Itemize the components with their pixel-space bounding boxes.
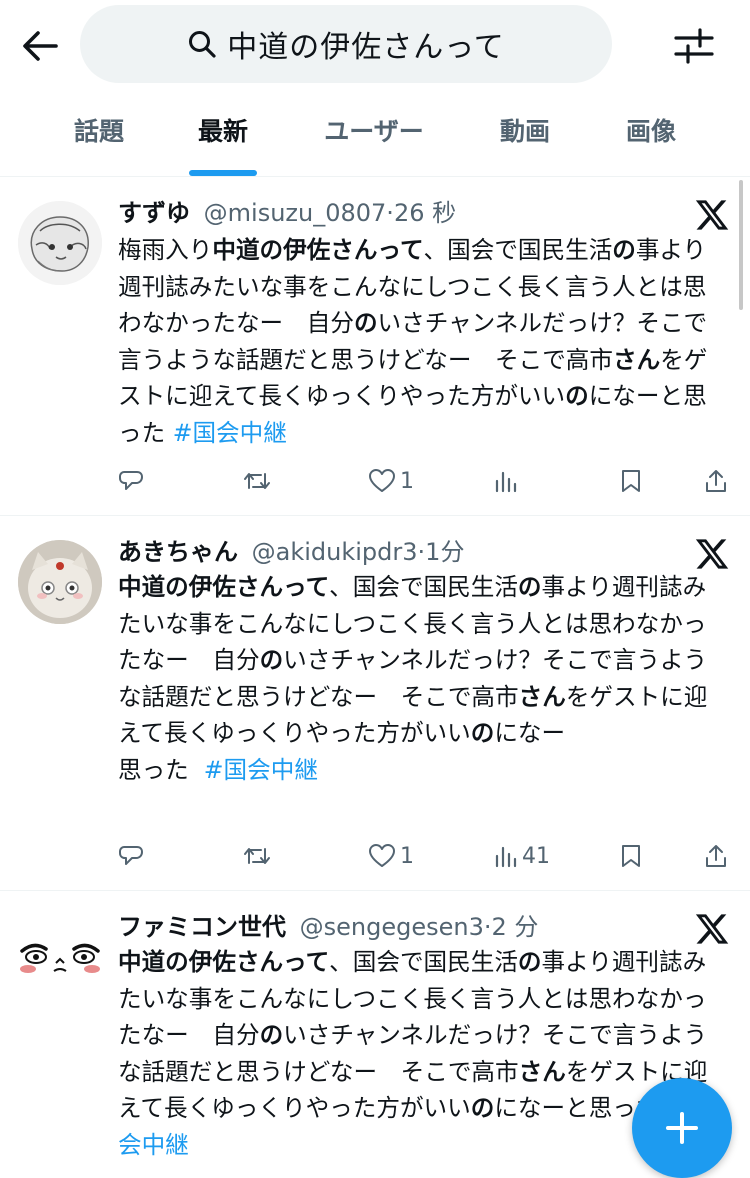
timestamp[interactable]: 2 分 [492,913,539,941]
bookmark-button[interactable] [620,463,642,499]
reply-button[interactable] [118,463,144,499]
sliders-icon [674,28,714,64]
tab-images[interactable]: 画像 [590,88,712,176]
retweet-icon [244,848,270,864]
avatar[interactable] [18,915,102,999]
retweet-button[interactable] [243,838,271,874]
tweet-actions: 1 [0,463,750,499]
bookmark-icon [622,470,640,492]
retweet-icon [244,473,270,489]
timestamp[interactable]: 1分 [425,538,464,566]
search-input[interactable]: 中道の伊佐さんって [80,5,612,83]
avatar-image [18,540,102,624]
avatar[interactable] [18,201,102,285]
tweet-text: 中道の伊佐さんって、国会で国民生活の事より週刊誌みたいな事をこんなにしつこく長く… [118,573,708,784]
like-button[interactable]: 1 [368,838,414,874]
display-name[interactable]: すずゆ [118,199,190,227]
scrollbar[interactable] [739,180,743,310]
timestamp[interactable]: 26 秒 [394,199,456,227]
share-icon [706,845,726,867]
tab-top[interactable]: 話題 [38,88,160,176]
share-button[interactable] [704,463,728,499]
heart-icon [369,844,395,867]
like-count: 1 [400,468,414,494]
hashtag-link[interactable]: #国会中継 [118,1094,710,1159]
like-button[interactable]: 1 [368,463,414,499]
avatar-image [18,915,102,999]
display-name[interactable]: あきちゃん [118,538,238,566]
x-logo-icon [695,539,729,569]
handle[interactable]: @sengegesen3 [300,913,484,941]
like-count: 1 [400,843,414,869]
tab-videos[interactable]: 動画 [464,88,586,176]
active-tab-indicator [189,170,257,176]
tweet-text: 梅雨入り中道の伊佐さんって、国会で国民生活の事より週刊誌みたいな事をこんなにしつ… [118,236,708,447]
arrow-left-icon [23,31,58,61]
views-button[interactable] [494,463,522,499]
tab-people[interactable]: ユーザー [300,88,448,176]
top-bar: 中道の伊佐さんって [0,0,750,88]
retweet-button[interactable] [243,463,271,499]
views-icon [495,471,517,493]
x-logo-icon [695,200,729,230]
bookmark-icon [622,845,640,867]
tweet-actions: 1 41 [0,838,750,874]
tweet-header: ファミコン世代 @sengegesen3·2 分 [118,913,539,941]
tab-latest[interactable]: 最新 [162,88,284,176]
search-query-text: 中道の伊佐さんって [227,30,505,65]
search-tabs: 話題 最新 ユーザー 動画 画像 [0,88,750,177]
plus-icon [666,1112,698,1144]
views-button[interactable]: 41 [494,838,550,874]
back-button[interactable] [18,24,62,68]
display-name[interactable]: ファミコン世代 [118,913,286,941]
share-icon [706,470,726,492]
handle[interactable]: @misuzu_0807 [204,199,387,227]
handle[interactable]: @akidukipdr3 [252,538,418,566]
tweet-item[interactable]: あきちゃん @akidukipdr3·1分 中道の伊佐さんって、国会で国民生活の… [0,516,750,891]
avatar[interactable] [18,540,102,624]
search-filter-button[interactable] [672,24,716,68]
views-count: 41 [522,843,550,869]
bookmark-button[interactable] [620,838,642,874]
avatar-image [18,201,102,285]
search-icon [189,31,216,58]
hashtag-link[interactable]: #国会中継 [173,419,287,447]
tweet-item[interactable]: すずゆ @misuzu_0807·26 秒 梅雨入り中道の伊佐さんって、国会で国… [0,177,750,516]
heart-icon [369,469,395,492]
reply-icon [119,471,143,490]
hashtag-link[interactable]: #国会中継 [204,756,318,784]
compose-button[interactable] [632,1078,732,1178]
views-icon [495,846,517,868]
reply-button[interactable] [118,838,144,874]
x-logo-icon [695,914,729,944]
share-button[interactable] [704,838,728,874]
tweet-header: あきちゃん @akidukipdr3·1分 [118,538,465,566]
tweet-header: すずゆ @misuzu_0807·26 秒 [118,199,457,227]
reply-icon [119,846,143,865]
